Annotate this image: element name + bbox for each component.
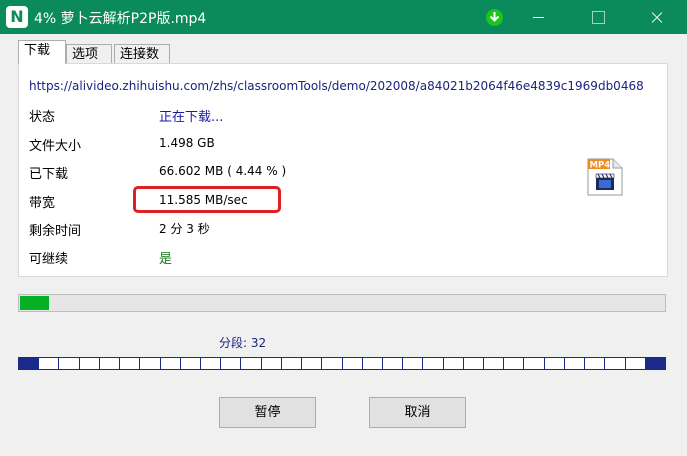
maximize-button[interactable] [575,0,621,34]
download-details-panel: https://alivideo.zhihuishu.com/zhs/class… [18,63,668,277]
segment-cell [100,358,121,369]
window-title: 4% 萝卜云解析P2P版.mp4 [34,11,207,27]
download-url: https://alivideo.zhihuishu.com/zhs/class… [29,79,644,93]
segments-count-label: 分段: 32 [219,336,267,350]
resumable-label: 可继续 [29,252,69,267]
resumable-value: 是 [159,252,173,267]
segment-cell [120,358,141,369]
segment-cell [80,358,100,369]
downloaded-label: 已下载 [29,167,69,182]
cancel-button[interactable]: 取消 [369,397,466,428]
segment-cell [161,358,181,369]
segment-cell [423,358,444,369]
segment-cell [241,358,262,369]
tab-download[interactable]: 下载 [18,40,66,64]
bandwidth-label: 带宽 [29,196,56,211]
segment-cell [605,358,626,369]
segment-cell [565,358,586,369]
segment-cell [282,358,303,369]
segment-cell [504,358,525,369]
minimize-button[interactable] [515,0,561,34]
time-remaining-label: 剩余时间 [29,224,82,239]
segment-cell [645,358,665,369]
segment-cell [464,358,485,369]
segment-cell [524,358,545,369]
segment-cell [322,358,343,369]
segment-cell [39,358,60,369]
mp4-file-icon: MP4 [587,158,623,196]
status-label: 状态 [29,110,56,125]
segment-cell [626,358,646,369]
segment-cell [383,358,404,369]
mp4-file-icon-text: MP4 [590,161,611,171]
pause-button[interactable]: 暂停 [219,397,316,428]
segment-cell [201,358,222,369]
app-logo-icon: N [6,6,28,28]
download-arrow-icon[interactable] [486,9,503,26]
segment-cell [221,358,242,369]
segment-cell [484,358,505,369]
download-progress-fill [20,296,49,310]
status-value: 正在下载... [159,110,224,125]
segment-cell [585,358,606,369]
segments-bar [18,357,666,370]
segment-cell [403,358,424,369]
download-progress-bar [18,294,666,312]
segment-cell [262,358,282,369]
title-bar: N 4% 萝卜云解析P2P版.mp4 [0,0,687,34]
segment-cell [444,358,464,369]
downloaded-value: 66.602 MB ( 4.44 % ) [159,164,287,178]
file-size-value: 1.498 GB [159,136,215,150]
segment-cell [343,358,363,369]
segment-cell [545,358,565,369]
segment-cell [302,358,323,369]
bandwidth-highlight-box [133,186,281,213]
file-size-label: 文件大小 [29,139,82,154]
segment-cell [181,358,201,369]
time-remaining-value: 2 分 3 秒 [159,222,210,236]
segment-cell [363,358,383,369]
segment-cell [19,358,40,369]
segment-cell [140,358,161,369]
close-button[interactable] [634,0,680,34]
segment-cell [59,358,80,369]
